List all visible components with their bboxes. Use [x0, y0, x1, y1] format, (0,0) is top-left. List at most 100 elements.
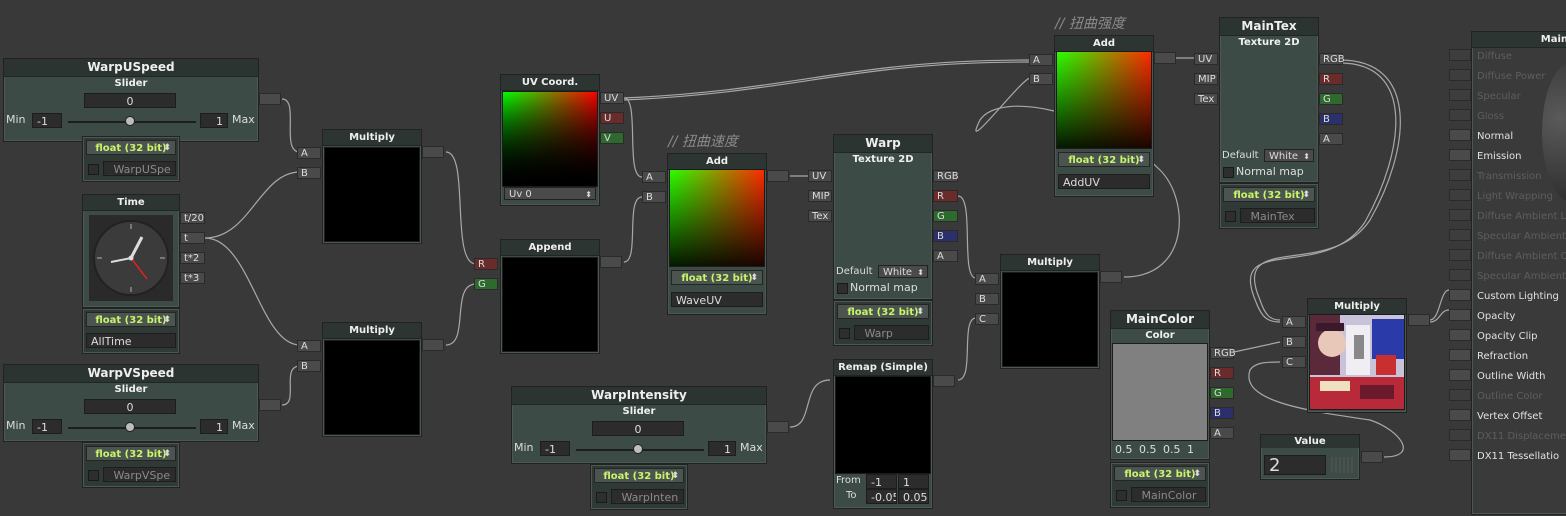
output-port-t2[interactable]: t*2 [180, 252, 205, 264]
output-port[interactable] [767, 421, 789, 433]
input-port[interactable] [1449, 169, 1471, 181]
input-port[interactable] [1449, 409, 1471, 421]
max-field[interactable]: 1 [200, 419, 228, 434]
slider-knob[interactable] [125, 116, 135, 126]
output-port-t3[interactable]: t*3 [180, 272, 205, 284]
output-port-b[interactable]: B [1210, 407, 1234, 419]
input-port[interactable] [1449, 229, 1471, 241]
output-port-t20[interactable]: t/20 [180, 212, 205, 224]
precision-dropdown[interactable]: float (32 bit) ⬍ [1114, 466, 1206, 481]
checkbox[interactable] [88, 164, 99, 175]
output-port-g[interactable]: G [933, 210, 958, 222]
color-g-value[interactable]: 0.5 [1139, 443, 1157, 456]
min-field[interactable]: -1 [32, 113, 62, 128]
output-port-r[interactable]: R [933, 190, 958, 202]
input-port-uv[interactable]: UV [1194, 53, 1218, 65]
variable-name-field[interactable]: AddUV [1058, 174, 1150, 189]
input-port-b[interactable]: B [975, 293, 999, 305]
slider-value-field[interactable]: 0 [592, 421, 684, 436]
input-port-tex[interactable]: Tex [808, 210, 832, 222]
output-port-a[interactable]: A [1210, 427, 1234, 439]
input-port-a[interactable]: A [297, 147, 321, 159]
input-port[interactable] [1449, 109, 1471, 121]
drag-handle-icon[interactable] [1331, 457, 1353, 473]
input-port-c[interactable]: C [975, 313, 999, 325]
normal-map-checkbox[interactable] [837, 283, 848, 294]
output-port-u[interactable]: U [600, 112, 624, 124]
color-a-value[interactable]: 1 [1187, 443, 1194, 456]
precision-dropdown[interactable]: float (32 bit) ⬍ [594, 468, 684, 483]
node-add-wave[interactable]: Add float (32 bit) ⬍ WaveUV [667, 153, 767, 315]
checkbox[interactable] [1116, 490, 1127, 501]
input-port[interactable] [1449, 89, 1471, 101]
to-a-field[interactable]: -0.05 [866, 489, 897, 504]
output-port-r[interactable]: R [1319, 73, 1343, 85]
input-port[interactable] [1449, 329, 1471, 341]
node-warp-intensity[interactable]: WarpIntensity Slider 0 Min -1 1 Max [511, 386, 767, 464]
node-multiply-2[interactable]: Multiply [322, 322, 422, 437]
checkbox[interactable] [839, 328, 850, 339]
slider-knob[interactable] [633, 444, 643, 454]
input-port-b[interactable]: B [642, 191, 666, 203]
input-port[interactable] [1449, 289, 1471, 301]
input-port-uv[interactable]: UV [808, 170, 832, 182]
output-port-rgb[interactable]: RGB [933, 170, 959, 182]
checkbox[interactable] [596, 492, 607, 503]
input-port-c[interactable]: C [1282, 356, 1306, 368]
input-port-mip[interactable]: MIP [808, 190, 832, 202]
node-multiply-4[interactable]: Multiply [1307, 298, 1407, 413]
value-field[interactable]: 2 [1264, 455, 1326, 475]
node-warp-u-speed[interactable]: WarpUSpeed Slider 0 Min -1 1 Max [3, 58, 259, 142]
node-main-texture[interactable]: MainTex Texture 2D Default White ⬍ Normal… [1219, 17, 1319, 183]
input-port[interactable] [1449, 449, 1471, 461]
output-port[interactable] [259, 399, 281, 411]
node-warp-texture[interactable]: Warp Texture 2D Default White ⬍ Normal ma… [833, 134, 933, 300]
color-swatch[interactable] [1112, 343, 1208, 441]
variable-name-field[interactable]: WaveUV [671, 292, 763, 307]
precision-dropdown[interactable]: float (32 bit) ⬍ [837, 304, 929, 319]
output-port[interactable] [600, 256, 622, 268]
output-port-a[interactable]: A [933, 250, 958, 262]
output-port[interactable] [1361, 451, 1383, 463]
node-add-uv[interactable]: Add float (32 bit) ⬍ AddUV [1054, 35, 1154, 197]
input-port-tex[interactable]: Tex [1194, 93, 1218, 105]
from-a-field[interactable]: -1 [866, 474, 897, 489]
output-port-a[interactable]: A [1319, 133, 1343, 145]
max-field[interactable]: 1 [708, 441, 736, 456]
min-field[interactable]: -1 [32, 419, 62, 434]
slider-knob[interactable] [125, 422, 135, 432]
slider-value-field[interactable]: 0 [84, 399, 176, 414]
output-port-b[interactable]: B [933, 230, 958, 242]
node-uv-coord[interactable]: UV Coord. Uv 0 ⬍ [500, 74, 600, 206]
input-port[interactable] [1449, 269, 1471, 281]
input-port-b[interactable]: B [1029, 73, 1053, 85]
input-port-b[interactable]: B [297, 167, 321, 179]
output-port[interactable] [422, 339, 444, 351]
output-port[interactable] [422, 146, 444, 158]
variable-name-field[interactable]: _MainTex [1240, 208, 1315, 223]
default-dropdown[interactable]: White ⬍ [878, 265, 928, 278]
output-port-rgb[interactable]: RGB [1210, 347, 1236, 359]
checkbox[interactable] [1225, 211, 1236, 222]
input-port[interactable] [1449, 249, 1471, 261]
input-port[interactable] [1449, 149, 1471, 161]
output-port[interactable] [1100, 271, 1122, 283]
default-dropdown[interactable]: White ⬍ [1264, 149, 1314, 162]
variable-name-field[interactable]: _WarpInten [611, 489, 684, 504]
input-port[interactable] [1449, 349, 1471, 361]
output-port-g[interactable]: G [1319, 93, 1343, 105]
input-port[interactable] [1449, 369, 1471, 381]
input-port-a[interactable]: A [975, 273, 999, 285]
input-port-a[interactable]: A [1029, 54, 1053, 66]
min-field[interactable]: -1 [540, 441, 570, 456]
precision-dropdown[interactable]: float (32 bit) ⬍ [1058, 152, 1150, 167]
color-b-value[interactable]: 0.5 [1163, 443, 1181, 456]
precision-dropdown[interactable]: float (32 bit) ⬍ [671, 270, 763, 285]
input-port-a[interactable]: A [1282, 316, 1306, 328]
output-port[interactable] [1154, 52, 1176, 64]
variable-name-field[interactable]: _MainColor [1131, 487, 1206, 502]
node-multiply-3[interactable]: Multiply [1000, 254, 1100, 369]
input-port-mip[interactable]: MIP [1194, 73, 1218, 85]
output-port-rgb[interactable]: RGB [1319, 53, 1345, 65]
precision-dropdown[interactable]: float (32 bit) ⬍ [86, 312, 176, 327]
